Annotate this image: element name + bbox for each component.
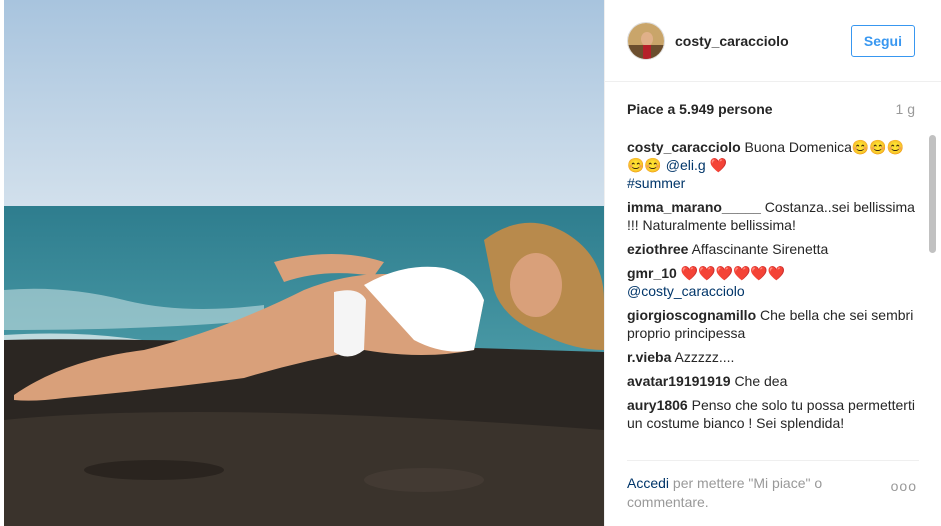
comment-text: Affascinante Sirenetta <box>691 241 829 257</box>
login-link[interactable]: Accedi <box>627 475 669 491</box>
list-item: gmr_10 ❤️❤️❤️❤️❤️❤️ @costy_caracciolo <box>627 264 919 300</box>
comment-username[interactable]: giorgioscognamillo <box>627 307 756 323</box>
scrollbar-thumb[interactable] <box>929 135 936 253</box>
avatar-image <box>628 22 664 59</box>
mention-link[interactable]: @eli.g <box>666 157 706 173</box>
follow-button[interactable]: Segui <box>850 24 915 57</box>
comment-text: Che dea <box>734 373 788 389</box>
instagram-post-modal: costy_caracciolo Segui Piace a 5.949 per… <box>0 0 941 526</box>
comment-username[interactable]: eziothree <box>627 241 688 257</box>
comments-scrollbar[interactable] <box>929 135 936 455</box>
post-photo[interactable] <box>4 0 604 526</box>
post-header: costy_caracciolo Segui <box>605 0 941 82</box>
divider <box>627 460 919 461</box>
comment-username[interactable]: avatar19191919 <box>627 373 731 389</box>
comment-username[interactable]: aury1806 <box>627 397 688 413</box>
comment-username[interactable]: imma_marano_____ <box>627 199 761 215</box>
post-side-panel: costy_caracciolo Segui Piace a 5.949 per… <box>604 0 941 526</box>
beach-photo <box>4 0 604 526</box>
comment-text: Azzzzz.... <box>674 349 735 365</box>
hashtag-link[interactable]: #summer <box>627 175 685 191</box>
comments-list[interactable]: costy_caracciolo Buona Domenica😊😊😊😊😊 @el… <box>627 138 919 458</box>
post-age[interactable]: 1 g <box>896 101 915 117</box>
mention-link[interactable]: @costy_caracciolo <box>627 283 745 299</box>
comment-username[interactable]: r.vieba <box>627 349 671 365</box>
avatar[interactable] <box>627 21 665 60</box>
list-item: r.vieba Azzzzz.... <box>627 348 919 366</box>
list-item: eziothree Affascinante Sirenetta <box>627 240 919 258</box>
list-item: imma_marano_____ Costanza..sei bellissim… <box>627 198 919 234</box>
likes-count[interactable]: Piace a 5.949 persone <box>627 101 773 117</box>
more-options-icon[interactable]: ooo <box>891 478 917 494</box>
comment-text: Buona Domenica <box>744 139 852 155</box>
list-item: avatar19191919 Che dea <box>627 372 919 390</box>
list-item: costy_caracciolo Buona Domenica😊😊😊😊😊 @el… <box>627 138 919 192</box>
list-item: aury1806 Penso che solo tu possa permett… <box>627 396 919 432</box>
list-item: giorgioscognamillo Che bella che sei sem… <box>627 306 919 342</box>
comment-username[interactable]: costy_caracciolo <box>627 139 741 155</box>
likes-row: Piace a 5.949 persone 1 g <box>605 101 941 117</box>
login-prompt: Accedi per mettere "Mi piace" o commenta… <box>627 474 867 512</box>
username[interactable]: costy_caracciolo <box>675 33 851 49</box>
heart-icon: ❤️❤️❤️❤️❤️❤️ <box>680 265 786 281</box>
heart-icon: ❤️ <box>709 157 727 173</box>
comment-username[interactable]: gmr_10 <box>627 265 677 281</box>
